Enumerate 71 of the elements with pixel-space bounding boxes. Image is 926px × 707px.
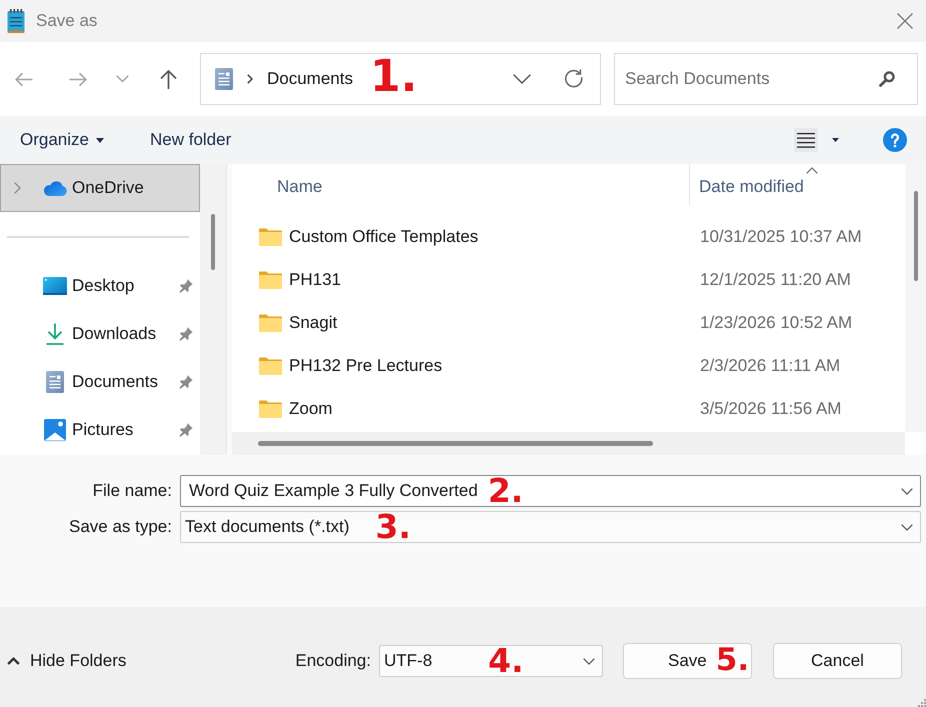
download-icon — [45, 323, 65, 345]
toolbar-button[interactable]: New folder — [150, 130, 232, 150]
folder-name[interactable]: Custom Office Templates — [289, 226, 478, 246]
pictures-icon — [44, 419, 66, 441]
folder-name[interactable]: Zoom — [289, 398, 332, 418]
folder-icon — [259, 270, 282, 288]
chevron-down-icon — [901, 524, 913, 530]
date-modified: 1/23/2026 10:52 AM — [699, 312, 852, 332]
folder-icon — [259, 356, 282, 374]
annotation-number: 1. — [370, 57, 418, 97]
sidebar-item[interactable]: Downloads — [0, 310, 200, 358]
breadcrumb-item[interactable]: Documents — [267, 69, 353, 89]
caret-up-icon — [7, 657, 20, 665]
pin-icon[interactable] — [179, 423, 193, 437]
hide-folders-button[interactable]: Hide Folders — [7, 651, 126, 671]
resize-grip-icon[interactable] — [918, 699, 926, 707]
document-icon — [46, 371, 64, 393]
pin-icon[interactable] — [179, 375, 193, 389]
save-button[interactable]: Save 5. — [623, 643, 752, 679]
cancel-button[interactable]: Cancel — [773, 643, 902, 679]
date-modified: 2/3/2026 11:11 AM — [699, 356, 840, 376]
folder-icon — [259, 314, 282, 332]
sidebar-item[interactable]: Pictures — [0, 406, 200, 454]
scrollbar-thumb[interactable] — [211, 214, 215, 270]
scrollbar-thumb[interactable] — [258, 441, 653, 446]
menu-button[interactable]: Organize — [20, 130, 104, 150]
date-modified: 10/31/2025 10:37 AM — [699, 226, 862, 246]
chevron-down-icon — [583, 658, 595, 664]
refresh-icon[interactable] — [564, 69, 584, 89]
document-icon — [215, 68, 233, 90]
annotation-number: 3. — [375, 512, 411, 542]
pin-icon[interactable] — [179, 327, 193, 341]
field-label: File name: — [92, 481, 172, 501]
chevron-down-icon[interactable] — [513, 74, 531, 84]
date-modified: 3/5/2026 11:56 AM — [699, 398, 842, 418]
annotation-number: 4. — [488, 646, 524, 676]
chevron-right-icon[interactable] — [247, 74, 253, 84]
file-type-dropdown[interactable]: Text documents (*.txt) 3. — [180, 511, 921, 543]
folder-name[interactable]: PH131 — [289, 270, 341, 290]
column-header[interactable]: Date modified — [690, 164, 905, 205]
date-modified: 12/1/2025 11:20 AM — [699, 270, 851, 290]
address-bar[interactable]: Documents 1. — [200, 53, 601, 105]
list-view-icon[interactable] — [794, 128, 818, 152]
folder-icon — [259, 400, 282, 418]
close-icon[interactable] — [897, 13, 913, 29]
sidebar-item[interactable]: Documents — [0, 358, 200, 406]
folder-icon — [259, 228, 282, 246]
annotation-number: 2. — [488, 476, 524, 506]
caret-down-icon — [96, 138, 104, 142]
encoding-dropdown[interactable]: UTF-8 4. — [379, 645, 603, 677]
pin-icon[interactable] — [179, 279, 193, 293]
sidebar-item[interactable]: OneDrive — [0, 164, 200, 212]
column-header[interactable]: Name — [232, 164, 690, 205]
notepad-icon — [7, 9, 25, 33]
chevron-down-icon[interactable] — [901, 488, 913, 494]
cloud-icon — [43, 180, 67, 196]
folder-name[interactable]: Snagit — [289, 312, 338, 332]
caret-down-icon[interactable] — [832, 138, 839, 142]
desktop-icon — [43, 277, 67, 295]
up-arrow-icon[interactable] — [160, 70, 176, 88]
folder-name[interactable]: PH132 Pre Lectures — [289, 356, 442, 376]
search-field[interactable]: Search Documents — [614, 53, 918, 105]
annotation-number: 5. — [716, 647, 750, 675]
help-icon[interactable] — [883, 128, 907, 152]
search-icon[interactable] — [879, 71, 895, 87]
field-label: Encoding: — [295, 651, 371, 671]
field-label: Save as type: — [68, 517, 172, 537]
file-name-field[interactable]: Word Quiz Example 3 Fully Converted 2. — [180, 475, 921, 507]
scrollbar-thumb[interactable] — [914, 191, 918, 281]
window-title: Save as — [36, 11, 98, 31]
sidebar-item[interactable]: Desktop — [0, 262, 200, 310]
